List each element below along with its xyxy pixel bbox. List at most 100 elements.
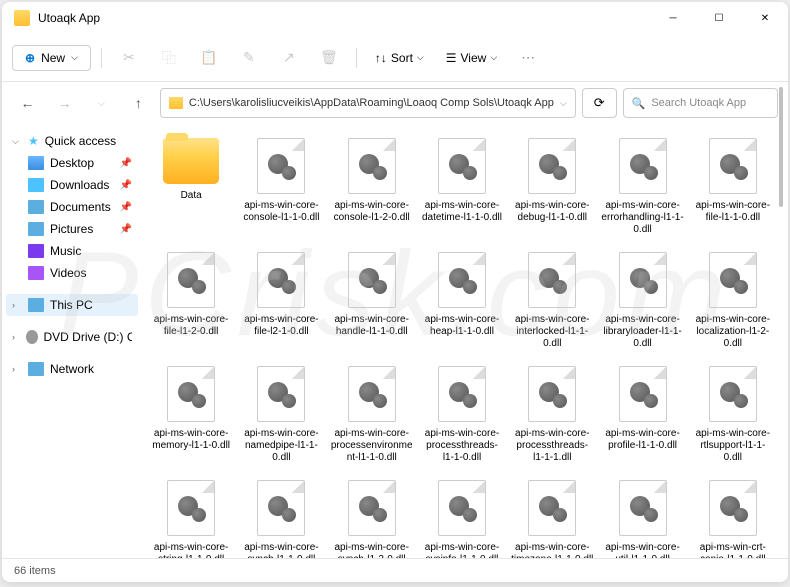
minimize-button[interactable]: ─ <box>650 2 696 34</box>
file-item[interactable]: api-ms-win-core-handle-l1-1-0.dll <box>329 248 415 354</box>
separator <box>356 48 357 68</box>
chevron-right-icon[interactable]: › <box>12 332 20 342</box>
item-label: api-ms-win-core-namedpipe-l1-1-0.dll <box>240 428 322 464</box>
item-label: api-ms-win-core-processenvironment-l1-1-… <box>331 428 413 464</box>
file-item[interactable]: api-ms-win-core-string-l1-1-0.dll <box>148 476 234 558</box>
more-button[interactable]: ⋯ <box>511 42 545 74</box>
file-item[interactable]: api-ms-win-core-console-l1-2-0.dll <box>329 134 415 240</box>
chevron-right-icon[interactable]: › <box>12 364 22 374</box>
file-item[interactable]: api-ms-win-crt-conio-l1-1-0.dll <box>690 476 776 558</box>
file-item[interactable]: api-ms-win-core-synch-l1-1-0.dll <box>238 476 324 558</box>
up-button[interactable]: ↑ <box>123 87 154 119</box>
item-label: api-ms-win-core-file-l1-2-0.dll <box>150 314 232 338</box>
sidebar-item-pictures[interactable]: Pictures📌 <box>6 218 138 240</box>
file-item[interactable]: api-ms-win-core-file-l1-1-0.dll <box>690 134 776 240</box>
pin-icon: 📌 <box>120 224 132 235</box>
sidebar-item-dvd[interactable]: › DVD Drive (D:) CCCC <box>6 326 138 348</box>
pc-icon <box>28 298 44 312</box>
dll-icon <box>348 252 396 308</box>
sidebar-item-documents[interactable]: Documents📌 <box>6 196 138 218</box>
titlebar[interactable]: Utoaqk App ─ ☐ ✕ <box>2 2 788 34</box>
file-item[interactable]: api-ms-win-core-timezone-l1-1-0.dll <box>509 476 595 558</box>
maximize-button[interactable]: ☐ <box>696 2 742 34</box>
item-label: api-ms-win-core-datetime-l1-1-0.dll <box>421 200 503 224</box>
file-item[interactable]: api-ms-win-core-memory-l1-1-0.dll <box>148 362 234 468</box>
folder-item[interactable]: Data <box>148 134 234 240</box>
dll-icon <box>619 366 667 422</box>
refresh-button[interactable]: ⟳ <box>582 88 617 118</box>
rename-button[interactable]: ✎ <box>232 42 266 74</box>
file-item[interactable]: api-ms-win-core-rtlsupport-l1-1-0.dll <box>690 362 776 468</box>
sidebar-item-music[interactable]: Music <box>6 240 138 262</box>
file-item[interactable]: api-ms-win-core-debug-l1-1-0.dll <box>509 134 595 240</box>
item-label: api-ms-win-core-string-l1-1-0.dll <box>150 542 232 558</box>
star-icon: ★ <box>28 134 39 148</box>
chevron-down-icon[interactable]: ⌵ <box>86 87 117 119</box>
file-list[interactable]: Dataapi-ms-win-core-console-l1-1-0.dllap… <box>142 124 788 558</box>
sidebar-item-downloads[interactable]: Downloads📌 <box>6 174 138 196</box>
dll-icon <box>348 366 396 422</box>
address-path: C:\Users\karolisliucveikis\AppData\Roami… <box>189 97 554 109</box>
dll-icon <box>619 480 667 536</box>
file-item[interactable]: api-ms-win-core-namedpipe-l1-1-0.dll <box>238 362 324 468</box>
close-button[interactable]: ✕ <box>742 2 788 34</box>
file-item[interactable]: api-ms-win-core-libraryloader-l1-1-0.dll <box>599 248 685 354</box>
paste-button[interactable]: 📋 <box>192 42 226 74</box>
sidebar-item-quick-access[interactable]: ⌵ ★ Quick access <box>6 130 138 152</box>
file-item[interactable]: api-ms-win-core-processthreads-l1-1-1.dl… <box>509 362 595 468</box>
item-label: api-ms-win-core-file-l2-1-0.dll <box>240 314 322 338</box>
chevron-right-icon[interactable]: › <box>12 300 22 310</box>
scroll-thumb[interactable] <box>779 87 783 207</box>
toolbar: ⊕ New ⌵ ✂ ⿻ 📋 ✎ ↗ 🗑 ↑↓ Sort ⌵ ☰ View ⌵ ⋯ <box>2 34 788 82</box>
share-button[interactable]: ↗ <box>272 42 306 74</box>
sidebar-item-videos[interactable]: Videos <box>6 262 138 284</box>
sidebar-item-network[interactable]: › Network <box>6 358 138 380</box>
file-item[interactable]: api-ms-win-core-profile-l1-1-0.dll <box>599 362 685 468</box>
cut-button[interactable]: ✂ <box>112 42 146 74</box>
file-item[interactable]: api-ms-win-core-util-l1-1-0.dll <box>599 476 685 558</box>
item-label: api-ms-win-core-localization-l1-2-0.dll <box>692 314 774 350</box>
dll-icon <box>167 252 215 308</box>
sidebar-item-desktop[interactable]: Desktop📌 <box>6 152 138 174</box>
item-label: api-ms-win-core-console-l1-2-0.dll <box>331 200 413 224</box>
file-item[interactable]: api-ms-win-core-errorhandling-l1-1-0.dll <box>599 134 685 240</box>
file-item[interactable]: api-ms-win-core-interlocked-l1-1-0.dll <box>509 248 595 354</box>
dll-icon <box>167 480 215 536</box>
new-button[interactable]: ⊕ New ⌵ <box>12 45 91 71</box>
file-item[interactable]: api-ms-win-core-heap-l1-1-0.dll <box>419 248 505 354</box>
sort-button[interactable]: ↑↓ Sort ⌵ <box>367 51 432 65</box>
dll-icon <box>438 252 486 308</box>
address-bar[interactable]: C:\Users\karolisliucveikis\AppData\Roami… <box>160 88 576 118</box>
sidebar-item-this-pc[interactable]: › This PC <box>6 294 138 316</box>
file-item[interactable]: api-ms-win-core-file-l2-1-0.dll <box>238 248 324 354</box>
chevron-down-icon[interactable]: ⌵ <box>12 136 22 147</box>
explorer-window: Utoaqk App ─ ☐ ✕ ⊕ New ⌵ ✂ ⿻ 📋 ✎ ↗ 🗑 ↑↓ … <box>2 2 788 582</box>
dll-icon <box>348 480 396 536</box>
plus-icon: ⊕ <box>25 51 35 65</box>
back-button[interactable]: ← <box>12 87 43 119</box>
copy-button[interactable]: ⿻ <box>152 42 186 74</box>
search-input[interactable]: 🔍 Search Utoaqk App <box>623 88 778 118</box>
file-item[interactable]: api-ms-win-core-synch-l1-2-0.dll <box>329 476 415 558</box>
dll-icon <box>528 252 576 308</box>
dll-icon <box>438 138 486 194</box>
chevron-down-icon[interactable]: ⌵ <box>560 98 567 109</box>
view-button[interactable]: ☰ View ⌵ <box>438 51 505 65</box>
file-item[interactable]: api-ms-win-core-processthreads-l1-1-0.dl… <box>419 362 505 468</box>
forward-button[interactable]: → <box>49 87 80 119</box>
file-item[interactable]: api-ms-win-core-file-l1-2-0.dll <box>148 248 234 354</box>
dll-icon <box>528 480 576 536</box>
file-item[interactable]: api-ms-win-core-localization-l1-2-0.dll <box>690 248 776 354</box>
item-label: api-ms-win-core-interlocked-l1-1-0.dll <box>511 314 593 350</box>
file-item[interactable]: api-ms-win-core-processenvironment-l1-1-… <box>329 362 415 468</box>
item-label: api-ms-win-core-heap-l1-1-0.dll <box>421 314 503 338</box>
file-item[interactable]: api-ms-win-core-datetime-l1-1-0.dll <box>419 134 505 240</box>
dll-icon <box>167 366 215 422</box>
file-item[interactable]: api-ms-win-core-console-l1-1-0.dll <box>238 134 324 240</box>
dll-icon <box>528 138 576 194</box>
scrollbar[interactable] <box>776 87 786 567</box>
file-item[interactable]: api-ms-win-core-sysinfo-l1-1-0.dll <box>419 476 505 558</box>
dll-icon <box>257 138 305 194</box>
dll-icon <box>348 138 396 194</box>
delete-button[interactable]: 🗑 <box>312 42 346 74</box>
